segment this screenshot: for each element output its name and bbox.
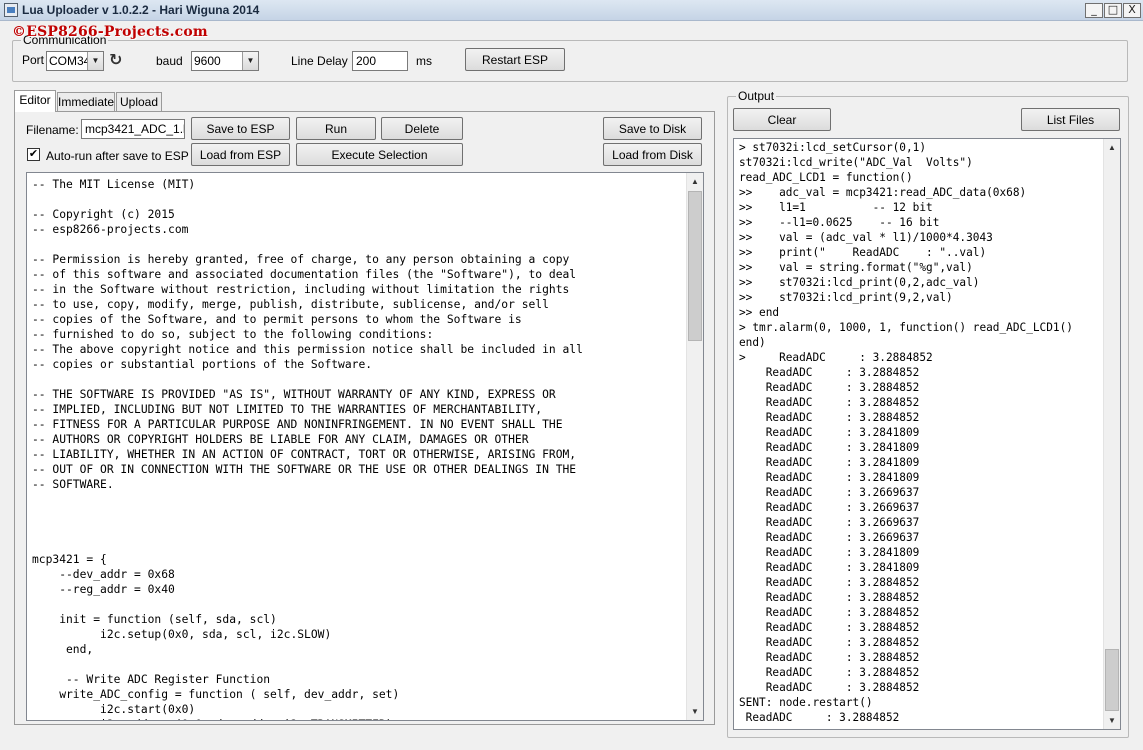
watermark: ©ESP8266-Projects.com [12,24,208,40]
baud-select[interactable]: 9600 ▼ [191,51,259,71]
clear-button[interactable]: Clear [733,108,831,131]
baud-value: 9600 [194,54,221,68]
scroll-up-icon[interactable]: ▲ [687,173,703,190]
output-text[interactable]: > st7032i:lcd_setCursor(0,1) st7032i:lcd… [734,139,1100,725]
ms-label: ms [416,54,432,68]
scroll-thumb[interactable] [688,191,702,341]
filename-input[interactable]: mcp3421_ADC_1.lua [81,119,185,139]
scroll-down-icon[interactable]: ▼ [1104,712,1120,729]
scroll-up-icon[interactable]: ▲ [1104,139,1120,156]
maximize-button[interactable]: □ [1104,3,1122,18]
filename-label: Filename: [26,123,79,137]
window-title: Lua Uploader v 1.0.2.2 - Hari Wiguna 201… [22,3,260,17]
app-icon [4,3,18,17]
list-files-button[interactable]: List Files [1021,108,1120,131]
tab-upload[interactable]: Upload [116,92,162,112]
output-legend: Output [736,89,777,103]
delete-button[interactable]: Delete [381,117,463,140]
save-to-esp-button[interactable]: Save to ESP [191,117,290,140]
load-from-esp-button[interactable]: Load from ESP [191,143,290,166]
tab-editor[interactable]: Editor [14,90,56,112]
autorun-label: Auto-run after save to ESP [46,149,189,163]
restart-esp-button[interactable]: Restart ESP [465,48,565,71]
close-button[interactable]: X [1123,3,1141,18]
editor-scrollbar[interactable]: ▲ ▼ [686,173,703,720]
run-button[interactable]: Run [296,117,376,140]
load-from-disk-button[interactable]: Load from Disk [603,143,702,166]
code-text[interactable]: -- The MIT License (MIT) -- Copyright (c… [27,173,682,720]
minimize-button[interactable]: _ [1085,3,1103,18]
port-select[interactable]: COM34 ▼ [46,51,104,71]
execute-selection-button[interactable]: Execute Selection [296,143,463,166]
scroll-down-icon[interactable]: ▼ [687,703,703,720]
refresh-icon[interactable]: ↻ [109,50,122,70]
port-value: COM34 [49,54,91,68]
port-label: Port [22,53,45,67]
chevron-down-icon: ▼ [242,52,258,70]
tab-immediate[interactable]: Immediate [57,92,115,112]
baud-label: baud [156,54,183,68]
title-bar: Lua Uploader v 1.0.2.2 - Hari Wiguna 201… [0,0,1143,21]
output-console[interactable]: > st7032i:lcd_setCursor(0,1) st7032i:lcd… [733,138,1121,730]
code-editor[interactable]: -- The MIT License (MIT) -- Copyright (c… [26,172,704,721]
chevron-down-icon: ▼ [87,52,103,70]
line-delay-input[interactable]: 200 [352,51,408,71]
save-to-disk-button[interactable]: Save to Disk [603,117,702,140]
line-delay-label: Line Delay [291,54,348,68]
output-scrollbar[interactable]: ▲ ▼ [1103,139,1120,729]
scroll-thumb[interactable] [1105,649,1119,711]
autorun-checkbox[interactable]: ✔ [27,148,40,161]
